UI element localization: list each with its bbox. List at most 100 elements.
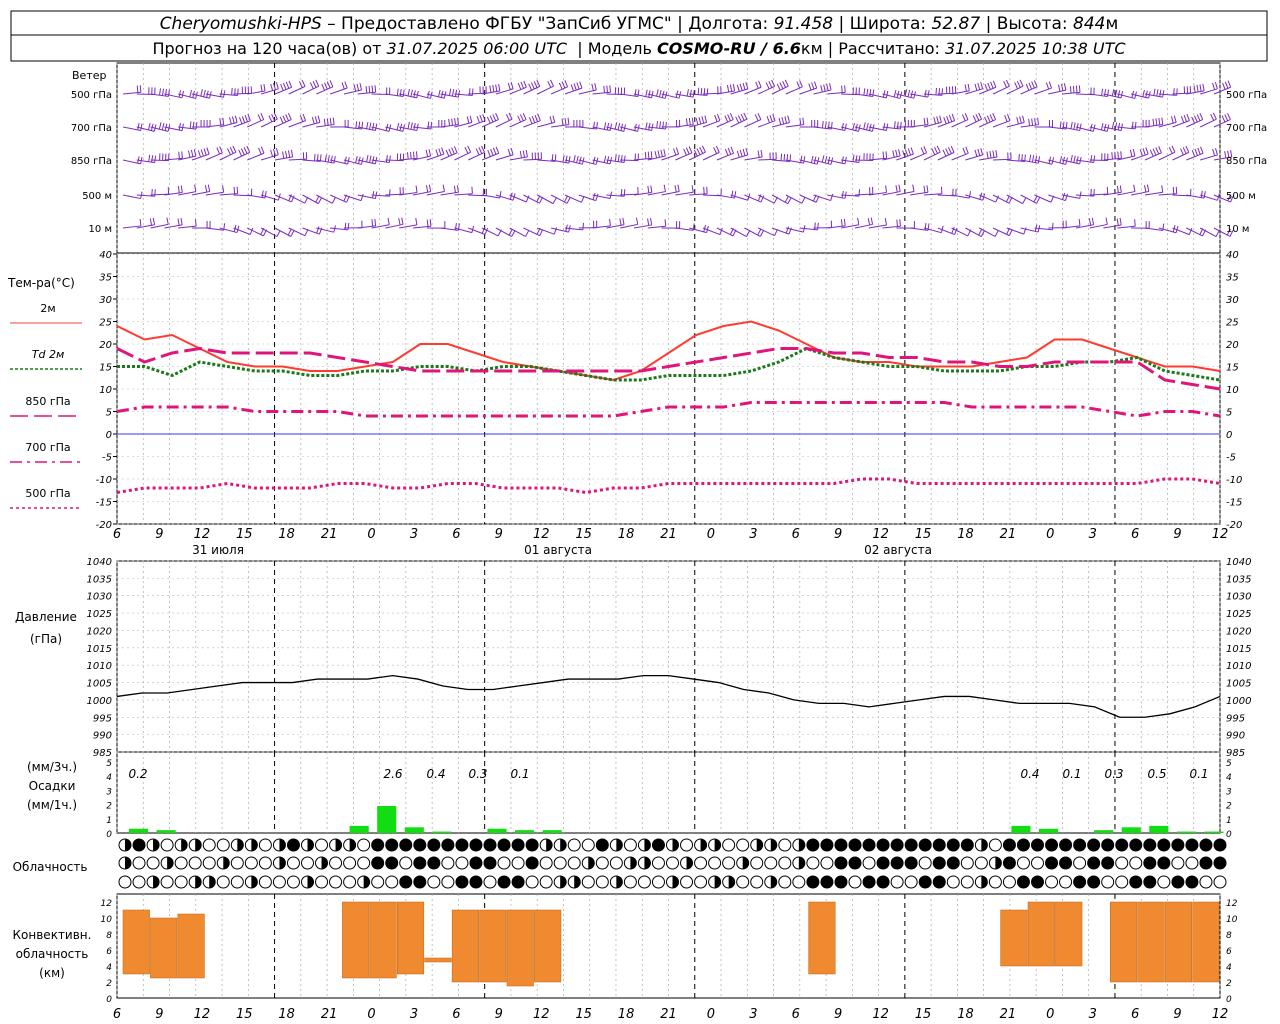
hour-label: 0 bbox=[1046, 1007, 1054, 1022]
wind-barb bbox=[302, 121, 321, 128]
precip-bar bbox=[156, 830, 176, 833]
wind-barb-feather bbox=[1073, 122, 1076, 130]
cloud-icon bbox=[301, 856, 314, 870]
wind-barb bbox=[564, 194, 582, 203]
wind-barb-feather bbox=[737, 115, 742, 122]
wind-barb-feather bbox=[1005, 79, 1010, 87]
wind-barb-feather bbox=[968, 191, 972, 199]
wind-barb-feather bbox=[282, 151, 285, 159]
wind-barb-feather bbox=[203, 148, 207, 156]
pressure-tick-right: 1035 bbox=[1226, 574, 1251, 585]
wind-barb-feather bbox=[961, 114, 966, 121]
header-part: 91.458 bbox=[774, 14, 834, 34]
cloud-icon-fill bbox=[125, 857, 131, 869]
wind-barb-feather bbox=[635, 217, 639, 225]
wind-barb-feather bbox=[683, 148, 687, 156]
wind-barb-feather bbox=[537, 113, 541, 121]
wind-barb-feather bbox=[232, 145, 237, 153]
wind-barb-feather bbox=[992, 80, 997, 88]
wind-barb-feather bbox=[219, 118, 222, 126]
wind-barb-feather bbox=[344, 222, 347, 230]
cloud-icon-fill bbox=[630, 857, 637, 869]
temp-tick-right: 30 bbox=[1226, 295, 1239, 306]
temp-tick-right: -10 bbox=[1226, 475, 1242, 486]
precip-bar bbox=[1121, 827, 1141, 833]
wind-barb-feather bbox=[1199, 112, 1204, 120]
wind-barb-feather bbox=[1142, 148, 1146, 156]
cloud-icon-fill bbox=[1143, 839, 1156, 851]
wind-barb-feather bbox=[365, 86, 368, 94]
wind-barb-feather bbox=[398, 218, 401, 226]
cloud-icon-fill bbox=[371, 857, 384, 869]
wind-barb-feather bbox=[663, 149, 666, 157]
pressure-tick: 990 bbox=[93, 731, 112, 742]
header-part: | Широта: bbox=[833, 14, 931, 34]
wind-barb-feather bbox=[231, 87, 233, 96]
date-label: 01 августа bbox=[524, 543, 592, 557]
wind-barb-feather bbox=[314, 116, 318, 124]
wind-barb-feather bbox=[454, 118, 457, 126]
wind-barb-feather bbox=[987, 82, 991, 90]
wind-barb-feather bbox=[270, 83, 274, 91]
wind-barb-feather bbox=[387, 217, 390, 225]
wind-barb-feather bbox=[275, 82, 279, 90]
cloud-icon-fill bbox=[1171, 839, 1184, 851]
cloud-icon-fill bbox=[995, 857, 1002, 869]
wind-barb bbox=[233, 151, 250, 161]
cloud-icon bbox=[595, 856, 609, 870]
wind-barb-feather bbox=[287, 150, 291, 158]
wind-barb-feather bbox=[451, 118, 454, 126]
wind-barb-feather bbox=[236, 186, 239, 194]
wind-barb bbox=[1034, 194, 1052, 203]
wind-barb-feather bbox=[933, 117, 937, 125]
cloud-icon-fill bbox=[413, 839, 426, 851]
wind-barb-feather bbox=[522, 150, 525, 158]
wind-barb-feather bbox=[200, 149, 204, 157]
wind-barb-feather bbox=[1215, 230, 1220, 237]
wind-barb-feather bbox=[1142, 89, 1145, 97]
wind-barb-feather bbox=[1145, 147, 1149, 155]
wind-barb-feather bbox=[662, 121, 664, 129]
wind-barb-feather bbox=[824, 121, 827, 129]
wind-barb-feather bbox=[904, 149, 909, 157]
cloud-icon bbox=[637, 875, 651, 889]
cloud-icon-fill bbox=[441, 839, 454, 851]
wind-barb-feather bbox=[1051, 222, 1054, 230]
cloud-icon-fill bbox=[560, 876, 567, 888]
wind-barb-feather bbox=[830, 193, 834, 201]
convective-bar bbox=[1110, 901, 1138, 983]
wind-barb-feather bbox=[1022, 197, 1027, 204]
pressure-tick: 1030 bbox=[87, 592, 112, 603]
hour-label: 0 bbox=[707, 1007, 715, 1022]
wind-barb-feather bbox=[456, 185, 459, 193]
wind-barb-feather bbox=[1062, 192, 1066, 200]
cloud-icon bbox=[778, 856, 792, 870]
cloud-icon-fill bbox=[223, 857, 230, 869]
wind-barb-feather bbox=[388, 155, 391, 163]
conv-tick-right: 4 bbox=[1226, 963, 1232, 973]
wind-barb-feather bbox=[311, 117, 315, 125]
pressure-tick-right: 1030 bbox=[1226, 592, 1251, 603]
wind-barb-feather bbox=[766, 116, 770, 123]
cloud-icon bbox=[1073, 856, 1087, 870]
wind-barb-feather bbox=[371, 122, 375, 131]
wind-barb-feather bbox=[531, 116, 536, 123]
wind-barb-feather bbox=[366, 121, 369, 129]
wind-barb-feather bbox=[946, 116, 950, 123]
wind-barb-feather bbox=[907, 89, 911, 97]
wind-barb-feather bbox=[410, 151, 412, 159]
wind-barb-feather bbox=[939, 115, 942, 123]
wind-barb-feather bbox=[896, 219, 898, 227]
cloud-icon-fill bbox=[834, 839, 847, 851]
cloud-icon bbox=[651, 856, 665, 870]
precip-tick-right: 5 bbox=[1226, 759, 1232, 769]
wind-barb-feather bbox=[479, 115, 483, 122]
wind-barb-feather bbox=[1152, 148, 1157, 156]
precip-total-label: 0.4 bbox=[1020, 767, 1039, 781]
hour-label: 9 bbox=[155, 527, 163, 542]
convective-title-2: облачность bbox=[16, 947, 89, 961]
wind-barb-feather bbox=[803, 156, 806, 164]
wind-barb-feather bbox=[366, 154, 369, 163]
wind-barb-feather bbox=[1224, 114, 1229, 122]
wind-barb-feather bbox=[487, 149, 491, 157]
